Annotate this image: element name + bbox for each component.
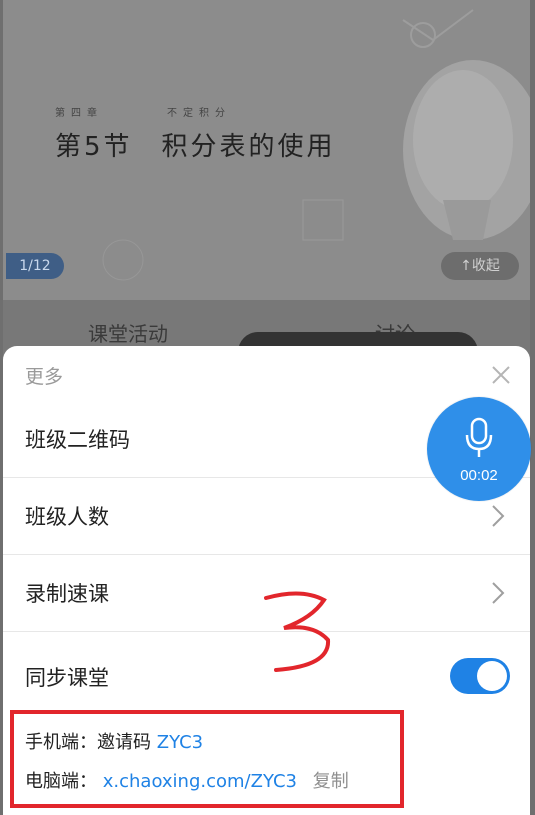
page-indicator: 1/12 [6,253,64,279]
row-label: 同步课堂 [25,666,109,690]
microphone-icon [465,417,493,457]
tab-activity[interactable]: 课堂活动 [88,318,168,347]
chevron-right-icon [492,582,505,604]
sync-toggle[interactable] [450,658,510,694]
slide-title: 第5节 积分表的使用 [55,132,336,162]
handwritten-annotation [264,591,331,672]
chevron-right-icon [492,505,505,527]
sheet-title: 更多 [25,366,64,388]
row-label: 班级二维码 [25,428,130,452]
record-timer: 00:02 [460,467,498,484]
close-icon[interactable] [487,361,515,389]
toggle-knob [477,661,507,691]
voice-record-button[interactable]: 00:02 [427,397,531,501]
course-slide[interactable]: 第四章 不定积分 第5节 积分表的使用 1/12 ↑收起 [3,0,530,300]
row-label: 班级人数 [25,505,109,529]
annotation-highlight-box [10,710,404,808]
row-label: 录制速课 [25,582,109,606]
chapter-number: 第四章 [55,108,103,119]
chapter-name: 不定积分 [167,108,231,119]
collapse-button[interactable]: ↑收起 [441,252,519,280]
screen: 第四章 不定积分 第5节 积分表的使用 1/12 ↑收起 课堂活动 讨论 更多 … [0,0,535,815]
